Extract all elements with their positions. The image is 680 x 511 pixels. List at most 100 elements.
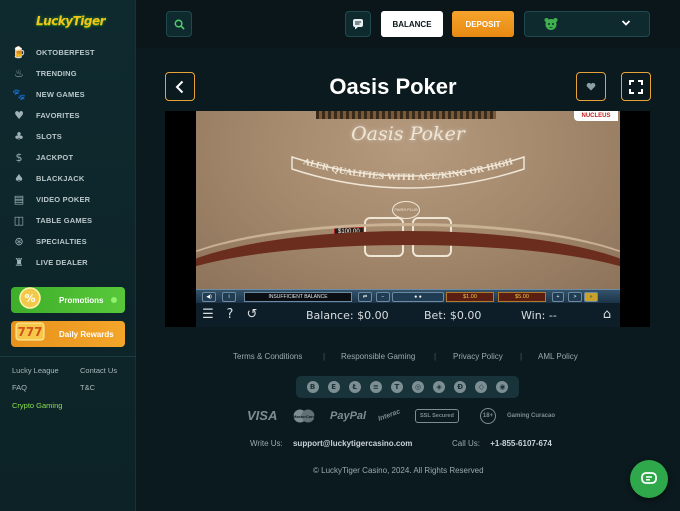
sidebar-item-slots[interactable]: ♣ SLOTS (0, 126, 136, 147)
sidebar-item-label: NEW GAMES (36, 90, 85, 99)
sound-button[interactable]: ◀) (202, 292, 216, 302)
help-icon[interactable]: ? (222, 307, 238, 323)
dogecoin-icon: Ð (454, 381, 467, 393)
support-email-link[interactable]: support@luckytigercasino.com (293, 439, 412, 448)
sidebar-item-label: JACKPOT (36, 153, 74, 162)
daily-rewards-button[interactable]: 777 Daily Rewards (11, 321, 125, 347)
deposit-button[interactable]: DEPOSIT (452, 11, 514, 37)
footer-separator: | (520, 352, 523, 361)
sidebar-item-trending[interactable]: ♨ TRENDING (0, 63, 136, 84)
tether-icon: T (390, 381, 403, 393)
brand-logo[interactable]: LuckyTiger (36, 8, 106, 34)
sidebar-item-blackjack[interactable]: ♠ BLACKJACK (0, 168, 136, 189)
bet-amount-1[interactable]: $1.00 (446, 292, 494, 302)
bet-readout: Bet: $0.00 (424, 309, 482, 322)
bet-amount-2[interactable]: $5.00 (498, 292, 546, 302)
support-phone-link[interactable]: +1-855-6107-674 (490, 439, 552, 448)
search-button[interactable] (166, 11, 192, 37)
sidebar-item-oktoberfest[interactable]: 🍺 OKTOBERFEST (0, 42, 136, 63)
undo-button[interactable]: − (376, 292, 390, 302)
sidebar-item-label: TABLE GAMES (36, 216, 93, 225)
tandc-link[interactable]: T&C (80, 383, 95, 392)
contact-us-link[interactable]: Contact Us (80, 366, 117, 375)
payment-methods-row: VISA MasterCard PayPal Interac SSL Secur… (247, 406, 577, 426)
visa-logo: VISA (247, 408, 278, 423)
account-dropdown[interactable] (524, 11, 650, 37)
history-icon[interactable]: ↺ (244, 307, 260, 323)
fullscreen-button[interactable] (621, 72, 651, 101)
chip-selector[interactable]: ● ● (392, 292, 444, 302)
responsible-gaming-link[interactable]: Responsible Gaming (341, 352, 415, 361)
fullscreen-icon (629, 79, 643, 94)
dealer-icon: ♜ (14, 255, 24, 269)
info-button[interactable]: i (222, 292, 236, 302)
sidebar-item-favorites[interactable]: ♥ FAVORITES (0, 105, 136, 126)
footer-separator: | (323, 352, 326, 361)
status-message: INSUFFICIENT BALANCE (244, 292, 352, 302)
crypto-payment-row: B E Ł ≡ T ◎ ◈ Ð ◇ ◉ (296, 376, 519, 398)
tron-icon: ◉ (496, 381, 509, 393)
write-us-row: Write Us: support@luckytigercasino.com (250, 439, 412, 448)
back-button[interactable] (165, 72, 195, 101)
svg-text:777: 777 (17, 325, 42, 339)
balance-button[interactable]: BALANCE (381, 11, 443, 37)
sidebar-item-label: VIDEO POKER (36, 195, 91, 204)
balance-readout: Balance: $0.00 (306, 309, 389, 322)
game-control-strip: ◀) i INSUFFICIENT BALANCE ⇄ − ● ● $1.00 … (196, 289, 620, 303)
ethereum-icon: E (327, 381, 340, 393)
flame-icon: ♨ (14, 66, 24, 80)
provider-badge: NUCLEUS (574, 111, 618, 121)
write-us-label: Write Us: (250, 439, 283, 448)
footer-links: Terms & Conditions | Responsible Gaming … (233, 352, 593, 364)
faq-link[interactable]: FAQ (12, 383, 27, 392)
sidebar-item-specialties[interactable]: ⊛ SPECIALTIES (0, 231, 136, 252)
gift-icon: % (13, 282, 47, 312)
sidebar-item-label: FAVORITES (36, 111, 80, 120)
menu-icon[interactable]: ☰ (200, 307, 216, 323)
game-title: Oasis Poker (329, 74, 457, 99)
svg-text:%: % (24, 292, 35, 305)
call-us-label: Call Us: (452, 439, 481, 448)
aml-policy-link[interactable]: AML Policy (538, 352, 578, 361)
messages-button[interactable] (345, 11, 371, 37)
terms-link[interactable]: Terms & Conditions (233, 352, 302, 361)
fast-forward-button[interactable]: » (584, 292, 598, 302)
add-chip-button[interactable]: + (552, 292, 564, 302)
live-chat-button[interactable] (630, 460, 668, 498)
lucky-league-link[interactable]: Lucky League (12, 366, 59, 375)
promotions-button[interactable]: % Promotions (11, 287, 125, 313)
mastercard-logo: MasterCard (291, 406, 317, 426)
bitcoin-icon: B (306, 381, 319, 393)
felt-title: Oasis Poker (351, 123, 465, 145)
svg-text:MasterCard: MasterCard (293, 414, 316, 419)
crypto-gaming-link[interactable]: Crypto Gaming (12, 401, 62, 410)
search-icon (174, 19, 185, 30)
call-us-row: Call Us: +1-855-6107-674 (452, 439, 552, 448)
sidebar-item-label: LIVE DEALER (36, 258, 88, 267)
notification-dot (111, 297, 117, 303)
footer-separator: | (434, 352, 437, 361)
sidebar-item-table-games[interactable]: ◫ TABLE GAMES (0, 210, 136, 231)
gaming-curacao-logo: Gaming Curacao (507, 413, 556, 419)
game-iframe[interactable]: NUCLEUS Oasis Poker DEALER QUALIFIES WIT… (165, 111, 650, 327)
slot-sevens-icon: 777 (13, 316, 47, 346)
game-status-bar: ☰ ? ↺ Balance: $0.00 Bet: $0.00 Win: -- … (196, 303, 620, 327)
sidebar-item-new-games[interactable]: 🐾 NEW GAMES (0, 84, 136, 105)
money-bag-icon: $ (15, 150, 23, 164)
clover-icon: ♣ (14, 129, 24, 143)
sidebar-item-video-poker[interactable]: ▤ VIDEO POKER (0, 189, 136, 210)
paypal-logo: PayPal (330, 410, 367, 422)
privacy-policy-link[interactable]: Privacy Policy (453, 352, 503, 361)
sidebar-item-live-dealer[interactable]: ♜ LIVE DEALER (0, 252, 136, 273)
sidebar-nav: 🍺 OKTOBERFEST ♨ TRENDING 🐾 NEW GAMES ♥ FAVOR… (0, 42, 136, 273)
copyright-text: © LuckyTiger Casino, 2024. All Rights Re… (313, 466, 484, 475)
promotions-label: Promotions (59, 295, 104, 305)
ssl-secured-badge: SSL Secured (415, 409, 459, 423)
sidebar-item-jackpot[interactable]: $ JACKPOT (0, 147, 136, 168)
home-icon[interactable]: ⌂ (599, 307, 615, 323)
rebet-button[interactable]: ⇄ (358, 292, 372, 302)
heart-icon (586, 82, 596, 91)
solana-icon: ≡ (369, 381, 382, 393)
favorite-button[interactable] (576, 72, 606, 101)
next-button[interactable]: > (568, 292, 582, 302)
